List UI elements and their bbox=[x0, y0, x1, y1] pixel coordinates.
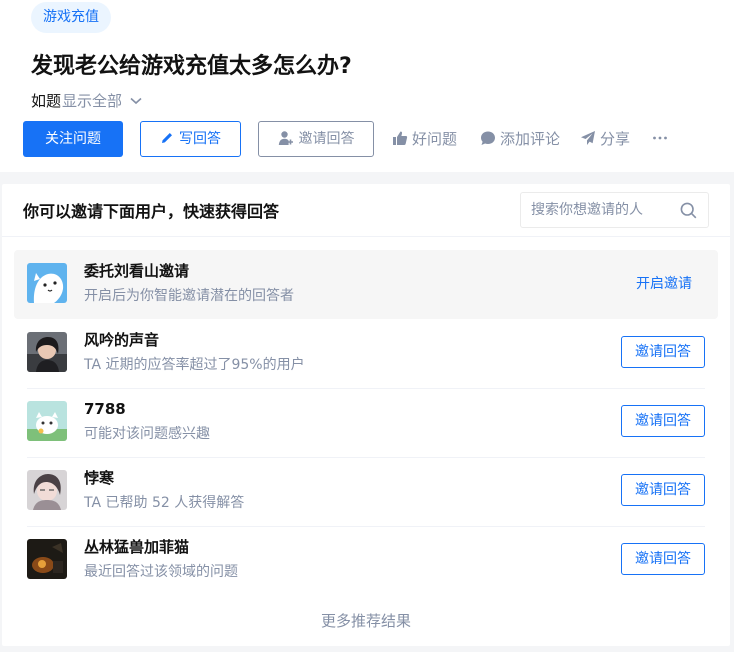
list-item: 委托刘看山邀请 开启后为你智能邀请潜在的回答者 开启邀请 bbox=[14, 250, 718, 319]
user-name[interactable]: 丛林猛兽加菲猫 bbox=[84, 536, 189, 558]
write-answer-label: 写回答 bbox=[179, 131, 221, 147]
topic-tag[interactable]: 游戏充值 bbox=[31, 2, 111, 33]
invite-search-input[interactable] bbox=[531, 193, 681, 227]
question-detail-text: 如题 bbox=[31, 92, 62, 110]
add-comment-button[interactable]: 添加评论 bbox=[480, 128, 560, 150]
list-item: 风吟的声音 TA 近期的应答率超过了95%的用户 邀请回答 bbox=[14, 319, 718, 388]
show-all-button[interactable]: 显示全部 bbox=[62, 92, 122, 110]
question-title: 发现老公给游戏充值太多怎么办? bbox=[31, 54, 352, 79]
more-results-button[interactable]: 更多推荐结果 bbox=[2, 610, 730, 632]
share-button[interactable]: 分享 bbox=[580, 128, 630, 150]
comment-icon bbox=[481, 131, 495, 145]
invite-answer-button[interactable]: 邀请回答 bbox=[258, 121, 374, 157]
invite-panel: 你可以邀请下面用户，快速获得回答 委托刘看山邀请 开启后为你智能邀请潜在的回答者… bbox=[2, 184, 730, 646]
user-description: 开启后为你智能邀请潜在的回答者 bbox=[84, 288, 294, 304]
list-item: 悖寒 TA 已帮助 52 人获得解答 邀请回答 bbox=[14, 457, 718, 526]
thumbs-up-icon bbox=[393, 131, 408, 145]
good-question-button[interactable]: 好问题 bbox=[392, 128, 457, 150]
user-name[interactable]: 委托刘看山邀请 bbox=[84, 260, 189, 282]
list-item: 丛林猛兽加菲猫 最近回答过该领域的问题 邀请回答 bbox=[14, 526, 718, 595]
question-header: 游戏充值 发现老公给游戏充值太多怎么办? 如题显示全部 关注问题 写回答 邀请回… bbox=[0, 0, 734, 172]
user-name[interactable]: 7788 bbox=[84, 398, 126, 420]
user-name[interactable]: 风吟的声音 bbox=[84, 329, 159, 351]
invite-user-button[interactable]: 邀请回答 bbox=[621, 543, 705, 575]
paper-plane-icon bbox=[581, 131, 595, 145]
good-question-label: 好问题 bbox=[412, 130, 458, 148]
user-description: 可能对该问题感兴趣 bbox=[84, 426, 210, 442]
pencil-icon bbox=[162, 132, 172, 143]
invite-user-button[interactable]: 邀请回答 bbox=[621, 405, 705, 437]
avatar[interactable] bbox=[27, 332, 67, 372]
share-label: 分享 bbox=[600, 130, 631, 148]
invite-user-button[interactable]: 邀请回答 bbox=[621, 474, 705, 506]
invite-user-button[interactable]: 邀请回答 bbox=[621, 336, 705, 368]
invite-panel-title: 你可以邀请下面用户，快速获得回答 bbox=[23, 202, 280, 221]
invite-search-box[interactable] bbox=[520, 192, 709, 228]
user-description: TA 近期的应答率超过了95%的用户 bbox=[84, 357, 305, 373]
avatar[interactable] bbox=[27, 539, 67, 579]
divider bbox=[2, 236, 730, 237]
avatar[interactable] bbox=[27, 401, 67, 441]
search-icon[interactable] bbox=[680, 202, 697, 219]
user-description: TA 已帮助 52 人获得解答 bbox=[84, 495, 245, 511]
user-description: 最近回答过该领域的问题 bbox=[84, 564, 238, 580]
enable-invite-button[interactable]: 开启邀请 bbox=[624, 273, 704, 295]
more-options-button[interactable] bbox=[652, 128, 672, 150]
more-icon bbox=[653, 136, 667, 140]
list-item: 7788 可能对该问题感兴趣 邀请回答 bbox=[14, 388, 718, 457]
question-detail: 如题显示全部 bbox=[31, 90, 142, 112]
invite-answer-label: 邀请回答 bbox=[298, 131, 355, 147]
add-comment-label: 添加评论 bbox=[500, 130, 561, 148]
avatar[interactable] bbox=[27, 470, 67, 510]
follow-question-button[interactable]: 关注问题 bbox=[23, 121, 123, 157]
user-name[interactable]: 悖寒 bbox=[84, 467, 114, 489]
avatar[interactable] bbox=[27, 263, 67, 303]
add-user-icon bbox=[278, 130, 293, 145]
write-answer-button[interactable]: 写回答 bbox=[140, 121, 241, 157]
chevron-down-icon[interactable] bbox=[130, 89, 142, 111]
